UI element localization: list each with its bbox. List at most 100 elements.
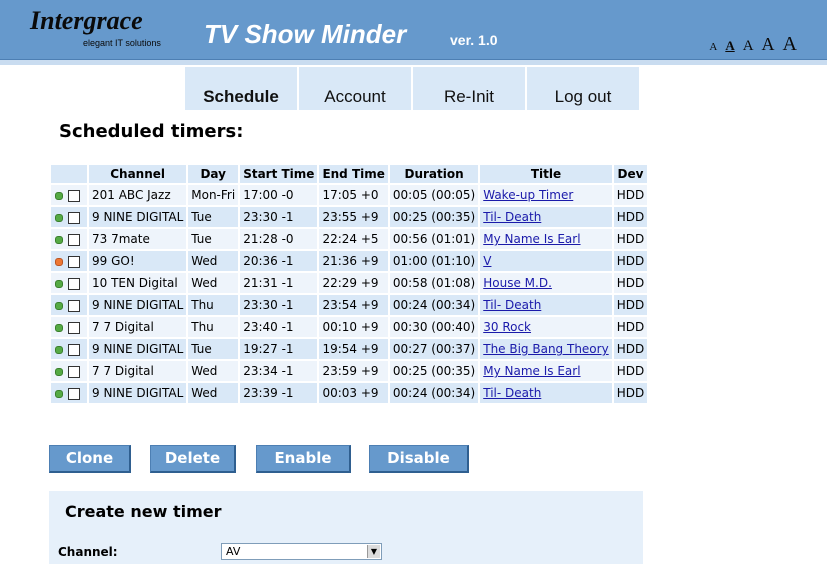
column-header-select <box>51 165 87 183</box>
cell-select <box>51 317 87 337</box>
cell-title: Til- Death <box>480 383 612 403</box>
column-header-day: Day <box>188 165 239 183</box>
cell-title: My Name Is Earl <box>480 361 612 381</box>
cell-end-time: 21:36 +9 <box>319 251 388 271</box>
cell-channel: 10 TEN Digital <box>89 273 187 293</box>
cell-end-time: 00:03 +9 <box>319 383 388 403</box>
tab-schedule[interactable]: Schedule <box>185 67 297 110</box>
status-dot-icon <box>55 257 63 266</box>
company-tagline: elegant IT solutions <box>83 38 161 48</box>
cell-dev: HDD <box>613 383 648 403</box>
row-checkbox[interactable] <box>68 211 80 224</box>
app-header: Intergrace elegant IT solutions TV Show … <box>0 0 827 60</box>
font-size-largest[interactable]: A <box>783 33 797 56</box>
timer-title-link[interactable]: Til- Death <box>483 210 541 224</box>
cell-select <box>51 295 87 315</box>
font-size-large[interactable]: A <box>762 34 775 55</box>
timer-title-link[interactable]: Til- Death <box>483 386 541 400</box>
disable-button[interactable]: Disable <box>369 445 469 473</box>
cell-duration: 00:25 (00:35) <box>389 207 479 227</box>
cell-start-time: 21:31 -1 <box>240 273 318 293</box>
tab-logout[interactable]: Log out <box>527 67 639 110</box>
timer-title-link[interactable]: The Big Bang Theory <box>483 342 608 356</box>
row-checkbox[interactable] <box>68 387 80 400</box>
cell-channel: 9 NINE DIGITAL <box>89 383 187 403</box>
timer-title-link[interactable]: Wake-up Timer <box>483 188 573 202</box>
status-dot-icon <box>55 213 63 222</box>
row-checkbox[interactable] <box>68 321 80 334</box>
timer-title-link[interactable]: 30 Rock <box>483 320 531 334</box>
create-timer-heading: Create new timer <box>65 502 222 521</box>
cell-channel: 73 7mate <box>89 229 187 249</box>
header-divider <box>0 60 827 65</box>
cell-title: 30 Rock <box>480 317 612 337</box>
row-checkbox[interactable] <box>68 233 80 246</box>
cell-dev: HDD <box>613 339 648 359</box>
row-checkbox[interactable] <box>68 365 80 378</box>
status-dot-icon <box>55 279 63 288</box>
table-row: 9 NINE DIGITAL Tue 23:30 -1 23:55 +9 00:25 (… <box>51 207 648 227</box>
row-checkbox[interactable] <box>68 189 80 202</box>
cell-title: Wake-up Timer <box>480 185 612 205</box>
timer-title-link[interactable]: V <box>483 254 491 268</box>
row-checkbox[interactable] <box>68 343 80 356</box>
timer-title-link[interactable]: Til- Death <box>483 298 541 312</box>
cell-day: Tue <box>188 339 239 359</box>
cell-start-time: 23:30 -1 <box>240 295 318 315</box>
table-row: 9 NINE DIGITAL Thu 23:30 -1 23:54 +9 00:24 (… <box>51 295 648 315</box>
cell-channel: 99 GO! <box>89 251 187 271</box>
table-row: 73 7mate Tue 21:28 -0 22:24 +5 00:56 (01:01)… <box>51 229 648 249</box>
timers-table: Channel Day Start Time End Time Duration… <box>49 163 650 405</box>
table-row: 7 7 Digital Wed 23:34 -1 23:59 +9 00:25 (00:… <box>51 361 648 381</box>
cell-title: The Big Bang Theory <box>480 339 612 359</box>
cell-title: Til- Death <box>480 295 612 315</box>
font-size-smallest[interactable]: A <box>709 41 717 53</box>
column-header-title: Title <box>480 165 612 183</box>
cell-start-time: 23:39 -1 <box>240 383 318 403</box>
row-checkbox[interactable] <box>68 299 80 312</box>
row-checkbox[interactable] <box>68 255 80 268</box>
cell-select <box>51 229 87 249</box>
status-dot-icon <box>55 191 63 200</box>
cell-dev: HDD <box>613 229 648 249</box>
cell-duration: 00:58 (01:08) <box>389 273 479 293</box>
cell-select <box>51 207 87 227</box>
cell-dev: HDD <box>613 295 648 315</box>
cell-channel: 9 NINE DIGITAL <box>89 207 187 227</box>
cell-title: House M.D. <box>480 273 612 293</box>
cell-start-time: 20:36 -1 <box>240 251 318 271</box>
cell-dev: HDD <box>613 273 648 293</box>
clone-button[interactable]: Clone <box>49 445 131 473</box>
enable-button[interactable]: Enable <box>256 445 351 473</box>
timer-title-link[interactable]: My Name Is Earl <box>483 232 580 246</box>
timer-title-link[interactable]: House M.D. <box>483 276 552 290</box>
cell-channel: 9 NINE DIGITAL <box>89 295 187 315</box>
cell-channel: 9 NINE DIGITAL <box>89 339 187 359</box>
cell-end-time: 23:59 +9 <box>319 361 388 381</box>
table-row: 9 NINE DIGITAL Wed 23:39 -1 00:03 +9 00:24 (… <box>51 383 648 403</box>
cell-title: Til- Death <box>480 207 612 227</box>
font-size-medium[interactable]: A <box>743 38 754 55</box>
timer-title-link[interactable]: My Name Is Earl <box>483 364 580 378</box>
tab-account[interactable]: Account <box>299 67 411 110</box>
cell-start-time: 23:34 -1 <box>240 361 318 381</box>
delete-button[interactable]: Delete <box>150 445 236 473</box>
cell-duration: 00:56 (01:01) <box>389 229 479 249</box>
row-checkbox[interactable] <box>68 277 80 290</box>
column-header-start-time: Start Time <box>240 165 318 183</box>
chevron-down-icon[interactable]: ▼ <box>367 545 380 558</box>
cell-day: Mon-Fri <box>188 185 239 205</box>
cell-end-time: 23:55 +9 <box>319 207 388 227</box>
channel-select[interactable]: AV ▼ <box>221 543 382 560</box>
font-size-small[interactable]: A <box>725 38 734 54</box>
cell-end-time: 00:10 +9 <box>319 317 388 337</box>
cell-start-time: 23:30 -1 <box>240 207 318 227</box>
cell-start-time: 17:00 -0 <box>240 185 318 205</box>
app-title: TV Show Minder <box>204 19 407 49</box>
cell-select <box>51 339 87 359</box>
status-dot-icon <box>55 367 63 376</box>
tab-reinit[interactable]: Re-Init <box>413 67 525 110</box>
cell-channel: 7 7 Digital <box>89 361 187 381</box>
channel-label: Channel: <box>58 545 118 559</box>
status-dot-icon <box>55 389 63 398</box>
